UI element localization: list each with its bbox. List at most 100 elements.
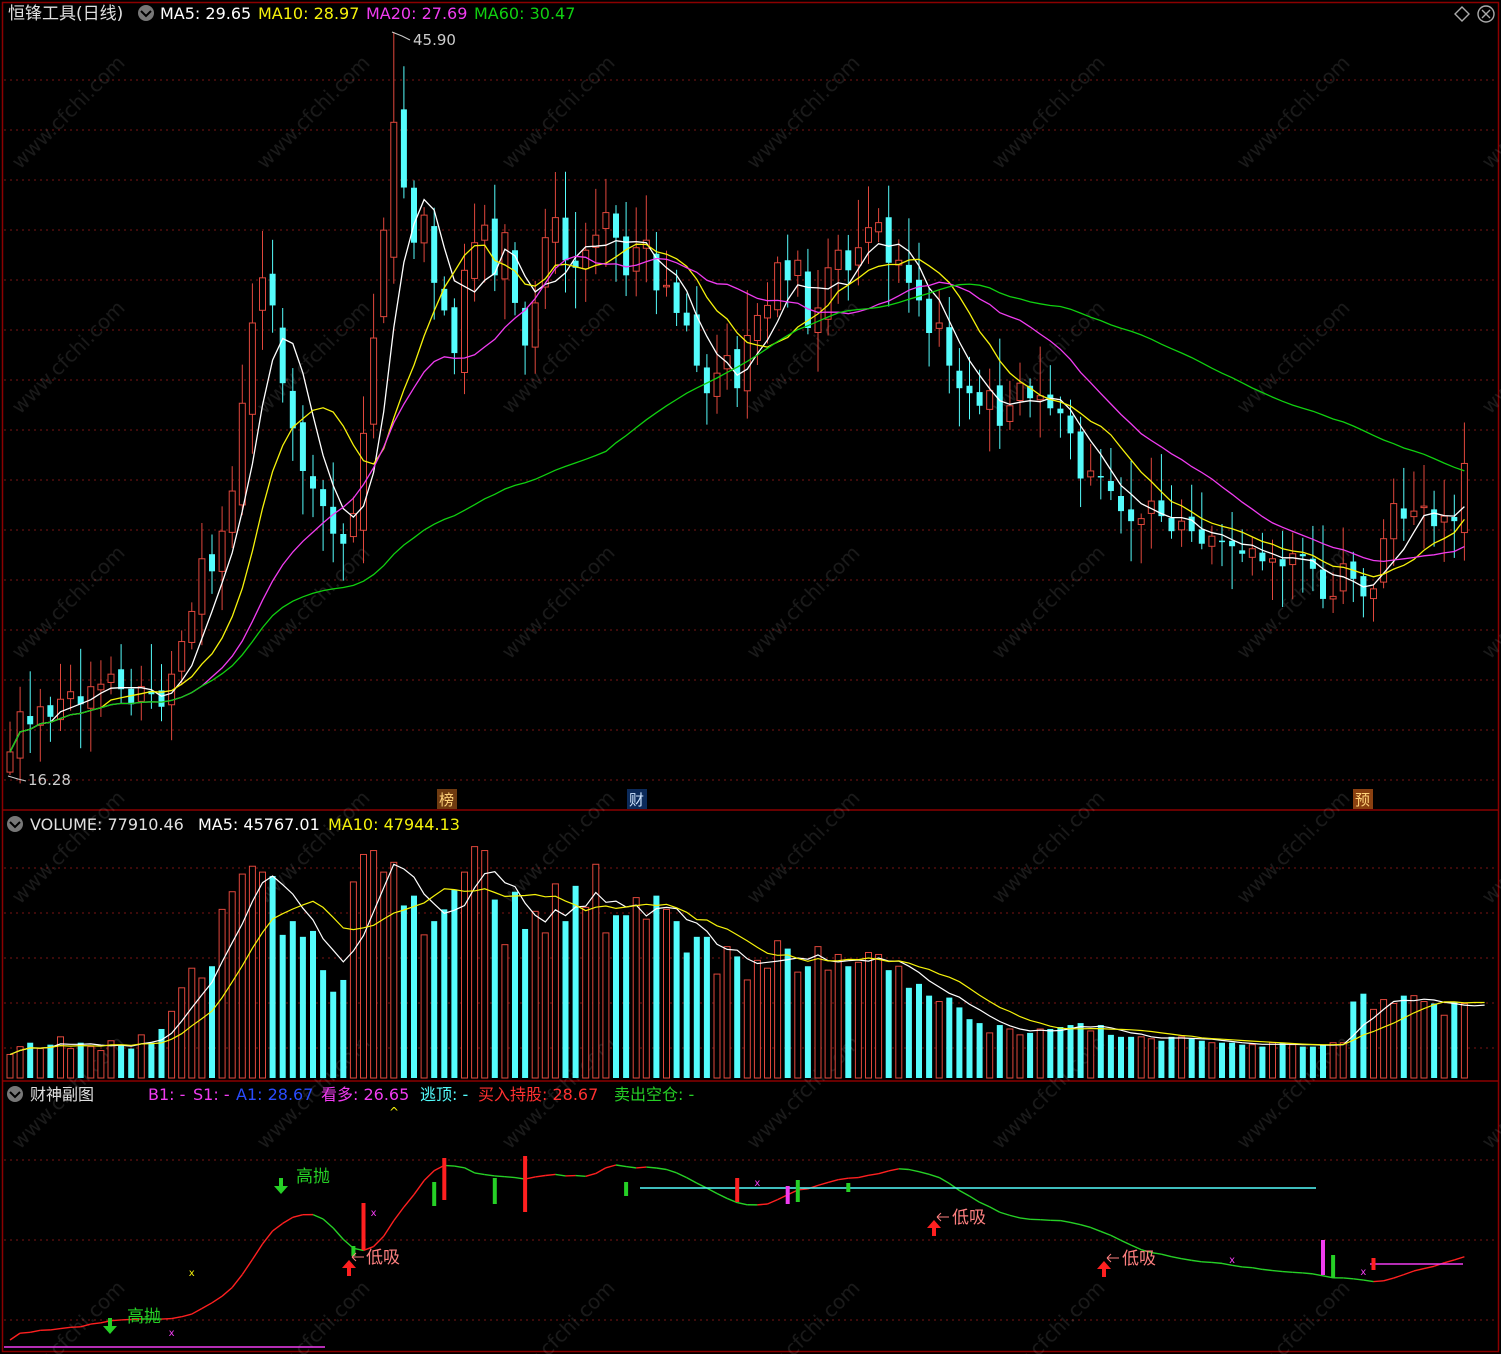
watermark-text: www.cfchi.com xyxy=(497,541,620,664)
volume-bar-up xyxy=(1178,1036,1186,1079)
volume-bar-down xyxy=(1168,1036,1175,1078)
volume-bar-down xyxy=(673,921,680,1078)
volume-bar-up xyxy=(57,1036,64,1079)
watermark-layer: www.cfchi.com www.cfchi.com www.cfchi.com w… xyxy=(7,51,1501,1354)
volume-bar-up xyxy=(501,944,509,1079)
candle-body-down xyxy=(289,390,296,429)
candle-body-up xyxy=(1087,470,1095,478)
candle-body-up xyxy=(107,673,115,683)
volume-ma5-label: MA5: 45767.01 xyxy=(198,815,320,834)
indicator-trend-segment xyxy=(535,1174,546,1178)
buy-signal-1-label: 低吸 xyxy=(366,1248,400,1268)
indicator-trend-segment xyxy=(9,1332,21,1341)
volume-bar-down xyxy=(310,930,316,1078)
diamond-icon[interactable] xyxy=(1454,6,1470,22)
watermark-text: www.cfchi.com xyxy=(987,51,1110,174)
marker-yu[interactable]: 预 xyxy=(1355,791,1370,809)
candle-body-up xyxy=(1178,520,1186,531)
indicator-trend-segment xyxy=(454,1165,465,1169)
candle-body-up xyxy=(420,214,428,244)
volume-bar-down xyxy=(683,952,690,1078)
volume-bar-up xyxy=(794,971,802,1079)
sell-clear-label: 卖出空仓: - xyxy=(614,1085,694,1104)
indicator-trend-segment xyxy=(201,1302,213,1310)
indicator-trend-segment xyxy=(241,1259,253,1275)
volume-bar-down xyxy=(976,1023,983,1078)
watermark-text: www.cfchi.com xyxy=(7,296,130,419)
watermark-text: www.cfchi.com xyxy=(742,1276,865,1354)
volume-bar-up xyxy=(97,1050,105,1079)
candle-body-down xyxy=(269,273,276,306)
caret-marker: ^ xyxy=(389,1105,399,1119)
buy-signal-2: 低吸 xyxy=(927,1208,986,1236)
candle-body-down xyxy=(299,422,306,471)
candle-body-down xyxy=(1188,516,1195,532)
volume-bar-down xyxy=(946,997,953,1078)
chevron-down-icon[interactable] xyxy=(7,816,23,832)
candle-body-up xyxy=(753,314,761,342)
candle-body-down xyxy=(956,370,963,389)
volume-bar-up xyxy=(582,906,590,1079)
candle-body-up xyxy=(228,490,236,533)
volume-bar-down xyxy=(522,928,529,1078)
volume-bar-up xyxy=(865,952,872,1079)
indicator-lines: x x x x x x xyxy=(4,1156,1465,1348)
chevron-down-icon[interactable] xyxy=(7,1086,23,1102)
volume-bar-up xyxy=(360,853,367,1079)
volume-bar-down xyxy=(1158,1040,1165,1078)
indicator-trend-segment xyxy=(494,1175,505,1178)
candle-body-down xyxy=(1128,509,1135,522)
volume-bar-down xyxy=(279,934,286,1078)
candle-body-up xyxy=(1329,595,1337,600)
volume-bar-up xyxy=(1390,1002,1398,1079)
volume-bar-down xyxy=(512,891,518,1078)
volume-bar-down xyxy=(1118,1036,1124,1078)
volume-title: VOLUME: 77910.46 xyxy=(30,815,184,834)
indicator-trend-segment xyxy=(575,1174,586,1178)
candle-body-up xyxy=(602,212,610,230)
watermark-text: www.cfchi.com xyxy=(1232,786,1355,909)
candle-body-up xyxy=(1006,405,1014,422)
indicator-trend-segment xyxy=(1403,1270,1415,1276)
indicator-trend-segment xyxy=(1242,1266,1253,1269)
buy-signal-1: 低吸 xyxy=(342,1248,400,1276)
candle-body-up xyxy=(551,217,559,243)
sell-signal-2: 高抛 xyxy=(103,1307,161,1334)
indicator-trend-segment xyxy=(282,1216,294,1225)
indicator-trend-segment xyxy=(1272,1269,1283,1273)
watermark-text: www.cfchi.com xyxy=(742,541,865,664)
watermark-text: www.cfchi.com xyxy=(252,1276,375,1354)
candle-body-up xyxy=(865,227,872,243)
candle-body-down xyxy=(451,307,458,354)
volume-bar-up xyxy=(178,987,186,1079)
candle-body-up xyxy=(218,530,226,572)
volume-bar-up xyxy=(753,959,761,1079)
volume-bar-up xyxy=(349,881,357,1079)
volume-bar-down xyxy=(784,948,791,1078)
indicator-trend-segment xyxy=(261,1230,274,1245)
close-icon[interactable] xyxy=(1477,5,1495,23)
indicator-trend-segment xyxy=(615,1164,627,1168)
indicator-trend-segment xyxy=(999,1211,1011,1217)
volume-bar-down xyxy=(320,970,327,1078)
indicator-trend-segment xyxy=(979,1201,990,1208)
indicator-trend-segment xyxy=(1080,1224,1091,1229)
watermark-text: www.cfchi.com xyxy=(7,541,130,664)
chevron-down-icon[interactable] xyxy=(138,5,154,21)
candle-body-down xyxy=(946,327,953,366)
indicator-trend-segment xyxy=(211,1295,223,1304)
candle-body-down xyxy=(1400,508,1407,519)
buy-signal-3: 低吸 xyxy=(1097,1249,1156,1277)
ma20-label: MA20: 27.69 xyxy=(366,4,467,23)
indicator-trend-segment xyxy=(989,1206,1001,1213)
candle-body-up xyxy=(875,222,883,233)
marker-cai[interactable]: 财 xyxy=(629,791,644,809)
volume-bar-up xyxy=(1269,1042,1276,1079)
price-moving-averages xyxy=(9,198,1465,753)
candle-body-down xyxy=(279,327,286,384)
marker-bang[interactable]: 榜 xyxy=(439,791,454,809)
candle-body-down xyxy=(209,554,215,572)
watermark-text: www.cfchi.com xyxy=(1477,296,1501,419)
watermark-text: www.cfchi.com xyxy=(497,1276,620,1354)
volume-bar-down xyxy=(340,979,347,1078)
